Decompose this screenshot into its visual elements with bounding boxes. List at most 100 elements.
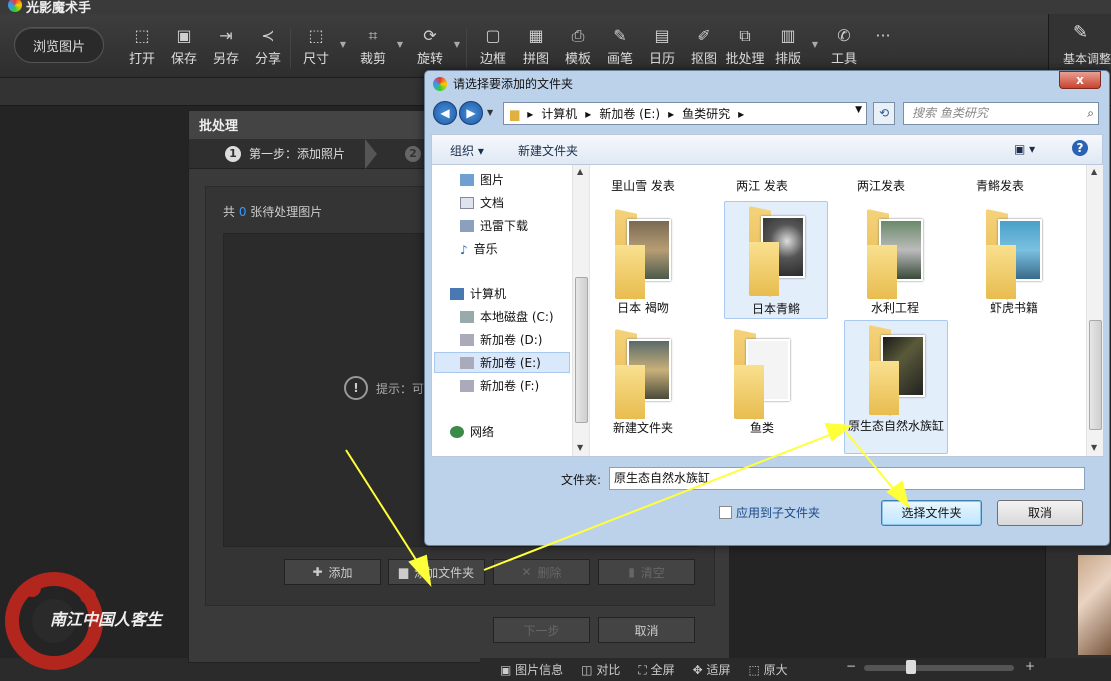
organize-button[interactable]: 组织 ▾ bbox=[450, 142, 484, 159]
folder-item[interactable]: 日本青鳉 bbox=[724, 201, 828, 319]
breadcrumb-fish-research[interactable]: 鱼类研究 bbox=[682, 105, 730, 122]
tree-scrollbar[interactable]: ▲ ▼ bbox=[572, 165, 589, 456]
close-icon: ✕ bbox=[521, 565, 532, 579]
tree-item-downloads[interactable]: 迅雷下载 bbox=[460, 217, 528, 234]
tools-button[interactable]: ✆ 工具 bbox=[822, 26, 866, 67]
zoom-slider[interactable] bbox=[864, 660, 1014, 674]
tree-item-music[interactable]: ♪ 音乐 bbox=[460, 240, 498, 257]
chevron-down-icon[interactable]: ▼ bbox=[454, 40, 460, 49]
folder-item[interactable]: 两江 发表 bbox=[710, 165, 814, 199]
search-icon: ⌕ bbox=[1087, 106, 1094, 120]
chevron-down-icon[interactable]: ▼ bbox=[812, 40, 818, 49]
folder-icon bbox=[867, 209, 929, 300]
zoom-slider-knob[interactable] bbox=[906, 660, 916, 674]
share-button[interactable]: ≺ 分享 bbox=[246, 26, 290, 67]
files-scrollbar-thumb[interactable] bbox=[1089, 320, 1102, 430]
step-chevron-icon bbox=[365, 139, 381, 169]
folder-label: 文件夹: bbox=[561, 473, 602, 487]
tree-item-drive-f[interactable]: 新加卷 (F:) bbox=[460, 377, 539, 394]
rotate-icon: ⟳ bbox=[423, 26, 437, 45]
tree-item-drive-e[interactable]: 新加卷 (E:) bbox=[434, 352, 570, 373]
checkbox-box[interactable] bbox=[719, 506, 732, 519]
next-step-button[interactable]: 下一步 bbox=[493, 617, 590, 643]
scroll-down-icon[interactable]: ▼ bbox=[1091, 443, 1097, 452]
resize-button[interactable]: ⬚ 尺寸 ▼ bbox=[294, 26, 346, 67]
folder-name-input[interactable]: 原生态自然水族缸 bbox=[609, 467, 1085, 490]
fullscreen-button[interactable]: ⛶ 全屏 bbox=[638, 661, 674, 678]
search-input[interactable]: 搜索 鱼类研究 ⌕ bbox=[903, 102, 1099, 125]
dialog-cancel-button[interactable]: 取消 bbox=[997, 500, 1083, 526]
refresh-icon[interactable]: ⟲ bbox=[873, 102, 895, 125]
back-arrow-icon[interactable]: ◀ bbox=[433, 101, 457, 125]
forward-arrow-icon[interactable]: ▶ bbox=[459, 101, 483, 125]
history-dropdown-icon[interactable]: ▼ bbox=[487, 108, 493, 117]
frame-button[interactable]: ▢ 边框 bbox=[471, 26, 515, 67]
folder-item[interactable]: 鱼类 bbox=[710, 325, 814, 443]
collage-button[interactable]: ▦ 拼图 bbox=[514, 26, 558, 67]
template-button[interactable]: ⎙ 模板 bbox=[556, 26, 600, 67]
brush-button[interactable]: ✎ 画笔 bbox=[598, 26, 642, 67]
batch-button[interactable]: ⧉ 批处理 bbox=[722, 26, 768, 67]
folder-item[interactable]: 青鳉发表 bbox=[948, 165, 1052, 199]
view-options-icon[interactable]: ▣ ▾ bbox=[1014, 142, 1035, 156]
breadcrumb-computer[interactable]: 计算机 bbox=[541, 105, 577, 122]
save-as-button[interactable]: ⇥ 另存 bbox=[204, 26, 248, 67]
folder-item[interactable]: 水利工程 bbox=[843, 205, 947, 323]
dialog-title: 请选择要添加的文件夹 bbox=[433, 75, 573, 92]
scroll-up-icon[interactable]: ▲ bbox=[577, 167, 583, 176]
chevron-down-icon[interactable]: ▼ bbox=[397, 40, 403, 49]
compare-button[interactable]: ◫ 对比 bbox=[581, 661, 620, 678]
more-button[interactable]: ··· bbox=[861, 26, 905, 46]
apply-subfolders-checkbox[interactable]: 应用到子文件夹 bbox=[719, 504, 820, 521]
browse-images-button[interactable]: 浏览图片 bbox=[14, 27, 104, 63]
computer-icon bbox=[450, 287, 464, 300]
tree-scrollbar-thumb[interactable] bbox=[575, 277, 588, 423]
dialog-close-button[interactable]: x bbox=[1059, 71, 1101, 89]
chevron-down-icon[interactable]: ▼ bbox=[340, 40, 346, 49]
tree-item-documents[interactable]: 文档 bbox=[460, 194, 504, 211]
chevron-down-icon[interactable]: ▼ bbox=[855, 105, 862, 115]
tree-item-drive-c[interactable]: 本地磁盘 (C:) bbox=[460, 308, 554, 325]
watermark-logo: 南江中国人客生 bbox=[4, 566, 174, 676]
address-bar[interactable]: ▆ ▸ 计算机 ▸ 新加卷 (E:) ▸ 鱼类研究 ▸ ▼ bbox=[503, 102, 867, 125]
folder-item[interactable]: 日本 褐吻 bbox=[591, 205, 695, 323]
cutout-button[interactable]: ✐ 抠图 bbox=[682, 26, 726, 67]
calendar-button[interactable]: ▤ 日历 bbox=[640, 26, 684, 67]
crop-button[interactable]: ⌗ 裁剪 ▼ bbox=[351, 26, 403, 67]
scroll-down-icon[interactable]: ▼ bbox=[577, 443, 583, 452]
help-icon[interactable]: ? bbox=[1072, 140, 1088, 156]
new-folder-button[interactable]: 新建文件夹 bbox=[518, 142, 578, 159]
folder-item[interactable]: 里山雪 发表 bbox=[591, 165, 695, 199]
tree-item-network[interactable]: 网络 bbox=[450, 423, 494, 440]
folder-item[interactable]: 两江发表 bbox=[829, 165, 933, 199]
tree-item-drive-d[interactable]: 新加卷 (D:) bbox=[460, 331, 542, 348]
layout-button[interactable]: ▥ 排版 ▼ bbox=[766, 26, 818, 67]
save-button[interactable]: ▣ 保存 bbox=[162, 26, 206, 67]
files-scrollbar[interactable]: ▲ ▼ bbox=[1086, 165, 1103, 456]
add-button[interactable]: ✚ 添加 bbox=[284, 559, 381, 585]
basic-adjust-tab[interactable]: ✎ 基本调整 bbox=[1048, 14, 1111, 78]
folder-item[interactable]: 原生态自然水族缸 bbox=[844, 320, 948, 454]
open-button[interactable]: ⬚ 打开 bbox=[120, 26, 164, 67]
original-size-button[interactable]: ⬚ 原大 bbox=[748, 661, 787, 678]
drive-icon bbox=[460, 356, 474, 369]
folder-item[interactable]: 虾虎书籍 bbox=[962, 205, 1066, 323]
breadcrumb-drive-e[interactable]: 新加卷 (E:) bbox=[599, 105, 660, 122]
batch-cancel-button[interactable]: 取消 bbox=[598, 617, 695, 643]
tree-item-pictures[interactable]: 图片 bbox=[460, 171, 504, 188]
tree-item-computer[interactable]: 计算机 bbox=[450, 285, 506, 302]
layout-icon: ▥ bbox=[780, 26, 796, 45]
clear-button[interactable]: ▮ 清空 bbox=[598, 559, 695, 585]
batch-tip: ! 提示：可 bbox=[344, 376, 424, 400]
add-folder-button[interactable]: ▆ 添加文件夹 bbox=[388, 559, 485, 585]
delete-button[interactable]: ✕ 删除 bbox=[493, 559, 590, 585]
image-info-button[interactable]: ▣ 图片信息 bbox=[500, 661, 563, 678]
select-folder-button[interactable]: 选择文件夹 bbox=[881, 500, 982, 526]
folder-item[interactable]: 新建文件夹 bbox=[591, 325, 695, 443]
zoom-out-button[interactable]: − bbox=[846, 659, 856, 673]
zoom-in-button[interactable]: + bbox=[1025, 659, 1035, 673]
thumbnail-image[interactable] bbox=[1078, 555, 1111, 655]
rotate-button[interactable]: ⟳ 旋转 ▼ bbox=[408, 26, 460, 67]
scroll-up-icon[interactable]: ▲ bbox=[1091, 167, 1097, 176]
fit-screen-button[interactable]: ✥ 适屏 bbox=[693, 661, 731, 678]
